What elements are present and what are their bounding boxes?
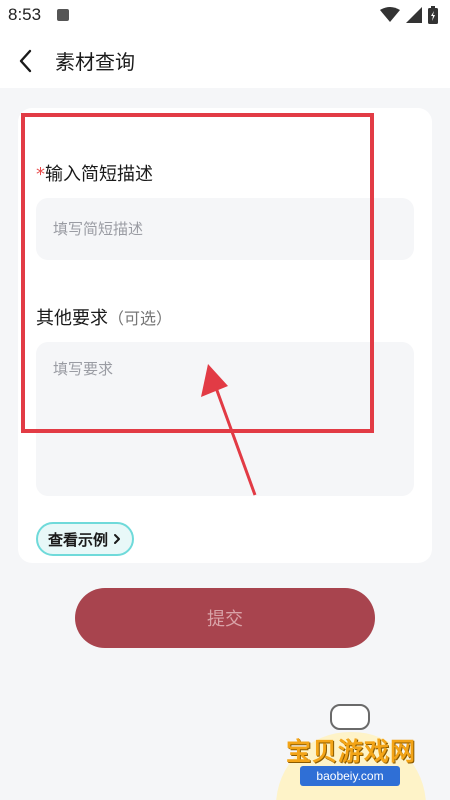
required-mark: * <box>36 164 45 185</box>
watermark-title: 宝贝游戏网 <box>285 737 416 766</box>
game-controller-icon <box>330 704 370 730</box>
description-input[interactable] <box>36 198 414 260</box>
watermark-logo: 宝贝游戏网 baobeiy.com <box>262 700 437 800</box>
status-time: 8:53 <box>8 5 42 24</box>
chevron-left-icon <box>19 49 32 73</box>
cellular-signal-icon <box>406 7 422 23</box>
status-bar: 8:53 <box>0 0 450 32</box>
other-requirements-label: 其他要求（可选） <box>36 304 172 330</box>
app-bar: 素材查询 <box>0 32 450 88</box>
page-title: 素材查询 <box>55 50 135 74</box>
form-card: *输入简短描述 其他要求（可选） 查看示例 <box>18 108 432 563</box>
description-label: *输入简短描述 <box>36 160 153 186</box>
other-requirements-input[interactable] <box>36 342 414 496</box>
chevron-right-icon <box>114 534 121 544</box>
status-icons <box>380 6 438 24</box>
view-example-label: 查看示例 <box>48 530 109 549</box>
back-button[interactable] <box>12 46 42 76</box>
optional-hint: （可选） <box>108 309 173 328</box>
watermark-url: baobeiy.com <box>300 766 400 786</box>
wifi-icon <box>380 7 400 22</box>
content-area: *输入简短描述 其他要求（可选） 查看示例 提交 <box>0 88 450 800</box>
app-notification-icon <box>57 9 69 21</box>
view-example-button[interactable]: 查看示例 <box>36 522 135 556</box>
other-requirements-label-text: 其他要求 <box>36 308 108 329</box>
battery-charging-icon <box>428 6 438 24</box>
description-label-text: 输入简短描述 <box>45 164 153 185</box>
submit-button[interactable]: 提交 <box>75 588 375 648</box>
